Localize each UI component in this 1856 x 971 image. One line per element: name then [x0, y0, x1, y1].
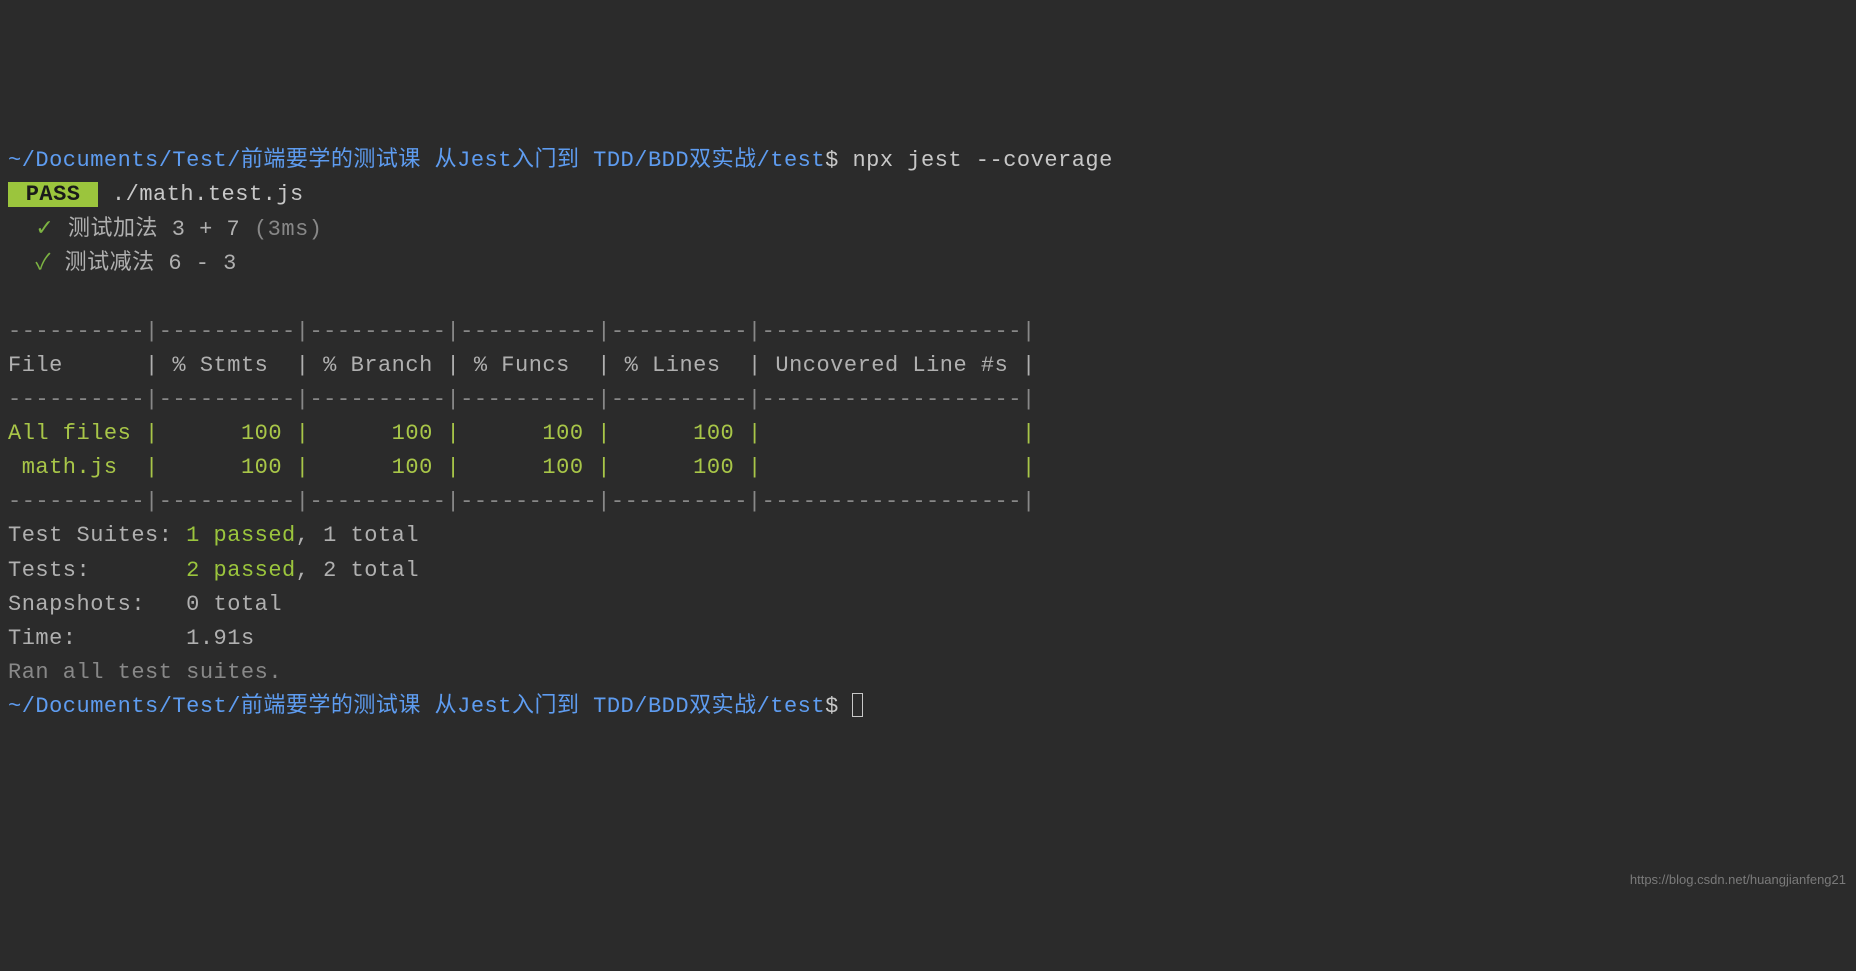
table-border: ----------|----------|----------|-------… — [8, 319, 1036, 344]
row-allfiles-branch: | 100 — [296, 421, 447, 446]
prompt-path: ~/Documents/Test/前端要学的测试课 从Jest入门到 TDD/B… — [8, 148, 825, 173]
col-branch: | % Branch — [296, 353, 447, 378]
ran-message: Ran all test suites. — [8, 660, 282, 685]
row-mathjs-funcs: | 100 — [447, 455, 598, 480]
check-icon: ✓ — [35, 251, 51, 276]
pass-badge: PASS — [8, 182, 98, 207]
test-file-name: ./math.test.js — [112, 182, 304, 207]
tests-label: Tests: — [8, 558, 186, 583]
suites-label: Test Suites: — [8, 523, 186, 548]
row-mathjs-stmts: | 100 — [145, 455, 296, 480]
time-label: Time: — [8, 626, 186, 651]
col-lines: | % Lines — [597, 353, 748, 378]
col-file: File — [8, 353, 145, 378]
row-allfiles-lines: | 100 — [597, 421, 748, 446]
tests-passed: 2 passed — [186, 558, 296, 583]
snapshots-label: Snapshots: — [8, 592, 186, 617]
row-mathjs-file: math.js — [8, 455, 145, 480]
cursor-icon[interactable] — [852, 693, 863, 717]
terminal-output: ~/Documents/Test/前端要学的测试课 从Jest入门到 TDD/B… — [8, 144, 1848, 724]
row-allfiles-file: All files — [8, 421, 145, 446]
suites-total: , 1 total — [296, 523, 419, 548]
test-result-1: 测试加法 3 + 7 — [68, 217, 240, 242]
prompt-dollar-2: $ — [825, 694, 839, 719]
row-mathjs-lines: | 100 — [597, 455, 748, 480]
check-icon: ✓ — [35, 217, 54, 242]
tests-total: , 2 total — [296, 558, 419, 583]
test-result-2: 测试减法 6 - 3 — [65, 251, 237, 276]
suites-passed: 1 passed — [186, 523, 296, 548]
row-mathjs-uncov: | | — [748, 455, 1036, 480]
table-border: ----------|----------|----------|-------… — [8, 489, 1036, 514]
row-allfiles-funcs: | 100 — [447, 421, 598, 446]
col-funcs: | % Funcs — [447, 353, 598, 378]
prompt-path-2: ~/Documents/Test/前端要学的测试课 从Jest入门到 TDD/B… — [8, 694, 825, 719]
col-stmts: | % Stmts — [145, 353, 296, 378]
row-mathjs-branch: | 100 — [296, 455, 447, 480]
command-text: npx jest --coverage — [852, 148, 1112, 173]
row-allfiles-uncov: | | — [748, 421, 1036, 446]
watermark: https://blog.csdn.net/huangjianfeng21 — [1630, 870, 1846, 890]
row-allfiles-stmts: | 100 — [145, 421, 296, 446]
time-value: 1.91s — [186, 626, 255, 651]
col-uncov: | Uncovered Line #s | — [748, 353, 1036, 378]
prompt-dollar: $ — [825, 148, 839, 173]
test-time-1: (3ms) — [240, 217, 322, 242]
snapshots-value: 0 total — [186, 592, 282, 617]
table-border: ----------|----------|----------|-------… — [8, 387, 1036, 412]
